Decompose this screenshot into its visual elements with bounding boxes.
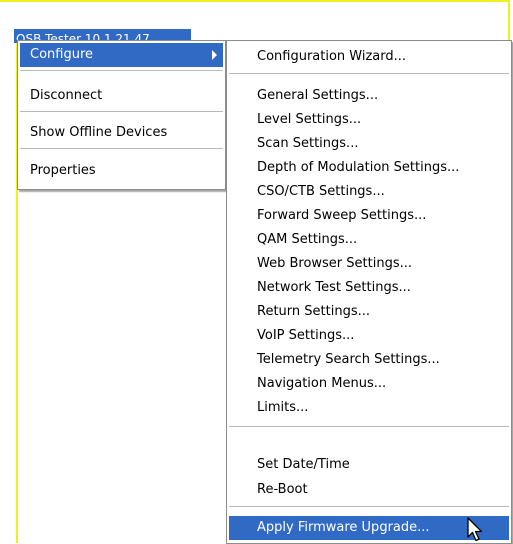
submenu-item-set-date-time[interactable]: Set Date/Time: [229, 453, 509, 477]
submenu-item-qam-settings[interactable]: QAM Settings...: [229, 228, 509, 252]
submenu-item-voip-settings[interactable]: VoIP Settings...: [229, 324, 509, 348]
menu-separator: [20, 111, 223, 112]
submenu-item-label: CSO/CTB Settings...: [257, 184, 385, 199]
submenu-item-label: Re-Boot: [257, 482, 308, 497]
submenu-item-label: Navigation Menus...: [257, 376, 387, 391]
submenu-item-label: Apply Firmware Upgrade...: [257, 520, 430, 535]
submenu-item-forward-sweep-settings[interactable]: Forward Sweep Settings...: [229, 204, 509, 228]
submenu-item-cso-ctb-settings[interactable]: CSO/CTB Settings...: [229, 180, 509, 204]
menu-item-label: Properties: [30, 163, 96, 178]
submenu-item-configuration-wizard[interactable]: Configuration Wizard...: [229, 45, 509, 69]
submenu-item-label: Return Settings...: [257, 304, 370, 319]
menu-separator: [229, 426, 509, 427]
submenu-item-label: Depth of Modulation Settings...: [257, 160, 460, 175]
menu-item-configure[interactable]: Configure: [20, 43, 223, 67]
submenu-item-label: Set Date/Time: [257, 457, 350, 472]
menu-separator: [20, 70, 223, 71]
submenu-item-label: QAM Settings...: [257, 232, 358, 247]
submenu-item-telemetry-search-settings[interactable]: Telemetry Search Settings...: [229, 348, 509, 372]
menu-item-label: Disconnect: [30, 88, 103, 103]
mouse-cursor-icon: [467, 517, 483, 542]
submenu-item-label: Web Browser Settings...: [257, 256, 413, 271]
menu-separator: [229, 506, 509, 507]
context-menu: Configure Disconnect Show Offline Device…: [17, 40, 226, 190]
submenu-item-label: Network Test Settings...: [257, 280, 411, 295]
submenu-item-level-settings[interactable]: Level Settings...: [229, 108, 509, 132]
submenu-item-label: Configuration Wizard...: [257, 49, 407, 64]
submenu-item-label: Level Settings...: [257, 112, 362, 127]
window-left-edge: [0, 40, 18, 543]
submenu-item-depth-of-modulation-settings[interactable]: Depth of Modulation Settings...: [229, 156, 509, 180]
submenu-item-scan-settings[interactable]: Scan Settings...: [229, 132, 509, 156]
chevron-right-icon: [212, 50, 217, 60]
submenu-item-label: Scan Settings...: [257, 136, 359, 151]
submenu-item-label: VoIP Settings...: [257, 328, 355, 343]
submenu-item-navigation-menus[interactable]: Navigation Menus...: [229, 372, 509, 396]
submenu-item-limits[interactable]: Limits...: [229, 396, 509, 420]
submenu-item-re-boot[interactable]: Re-Boot: [229, 478, 509, 502]
submenu-item-label: Forward Sweep Settings...: [257, 208, 427, 223]
submenu-item-general-settings[interactable]: General Settings...: [229, 84, 509, 108]
submenu-item-web-browser-settings[interactable]: Web Browser Settings...: [229, 252, 509, 276]
menu-separator: [20, 148, 223, 149]
submenu-item-network-test-settings[interactable]: Network Test Settings...: [229, 276, 509, 300]
menu-item-disconnect[interactable]: Disconnect: [20, 84, 223, 108]
submenu-item-label: Limits...: [257, 400, 309, 415]
configure-submenu: Configuration Wizard... General Settings…: [226, 40, 512, 544]
menu-item-label: Configure: [30, 47, 94, 62]
menu-item-properties[interactable]: Properties: [20, 159, 223, 183]
submenu-item-label: General Settings...: [257, 88, 379, 103]
menu-separator: [229, 73, 509, 74]
menu-item-label: Show Offline Devices: [30, 125, 168, 140]
submenu-item-label: Telemetry Search Settings...: [257, 352, 440, 367]
submenu-item-return-settings[interactable]: Return Settings...: [229, 300, 509, 324]
menu-item-show-offline-devices[interactable]: Show Offline Devices: [20, 121, 223, 145]
